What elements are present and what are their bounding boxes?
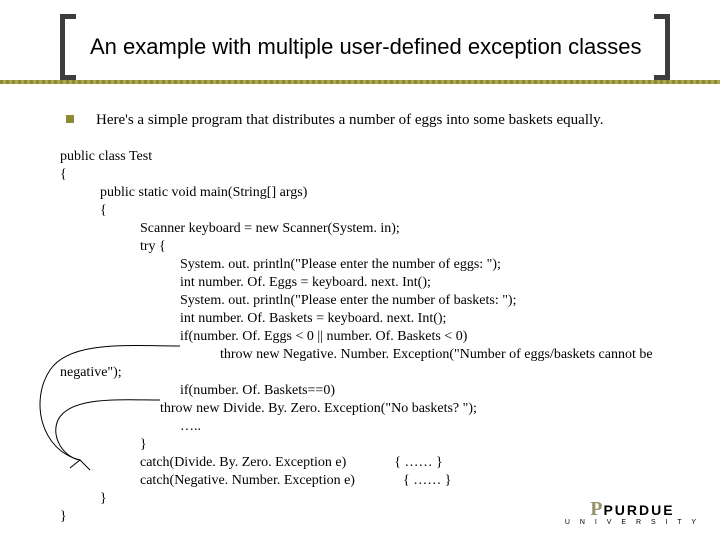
code-line: try { [60, 238, 653, 256]
code-line: System. out. println("Please enter the n… [60, 292, 653, 310]
title-underline [0, 80, 720, 84]
code-line: } [60, 436, 653, 454]
code-line: public class Test [60, 148, 653, 166]
purdue-logo: PPURDUE U N I V E R S I T Y [565, 498, 700, 526]
bullet-icon [66, 115, 74, 123]
logo-mark-icon: P [590, 498, 601, 521]
logo-brand: PURDUE [603, 502, 674, 518]
code-line: negative"); [60, 364, 653, 382]
code-line: int number. Of. Baskets = keyboard. next… [60, 310, 653, 328]
logo-subtext: U N I V E R S I T Y [565, 519, 700, 526]
code-line: if(number. Of. Eggs < 0 || number. Of. B… [60, 328, 653, 346]
code-line: throw new Negative. Number. Exception("N… [60, 346, 653, 364]
code-line: } [60, 490, 653, 508]
bracket-left-icon [54, 14, 82, 80]
code-line: Scanner keyboard = new Scanner(System. i… [60, 220, 653, 238]
code-line: int number. Of. Eggs = keyboard. next. I… [60, 274, 653, 292]
code-line: catch(Negative. Number. Exception e){ ……… [60, 472, 653, 490]
code-line: { [60, 166, 653, 184]
code-line: System. out. println("Please enter the n… [60, 256, 653, 274]
code-line: ….. [60, 418, 653, 436]
code-line: if(number. Of. Baskets==0) [60, 382, 653, 400]
code-block: public class Test { public static void m… [60, 148, 653, 526]
bracket-right-icon [648, 14, 676, 80]
intro-text: Here's a simple program that distributes… [96, 112, 603, 128]
code-line: } [60, 508, 653, 526]
code-line: { [60, 202, 653, 220]
code-line: throw new Divide. By. Zero. Exception("N… [60, 400, 653, 418]
intro-line: Here's a simple program that distributes… [66, 112, 690, 129]
code-line: catch(Divide. By. Zero. Exception e){ ……… [60, 454, 653, 472]
code-line: public static void main(String[] args) [60, 184, 653, 202]
slide-title: An example with multiple user-defined ex… [90, 34, 642, 60]
